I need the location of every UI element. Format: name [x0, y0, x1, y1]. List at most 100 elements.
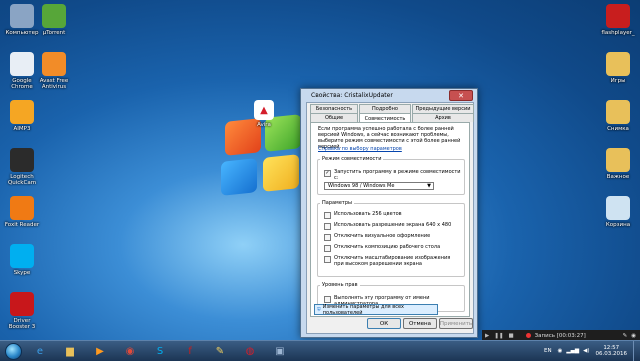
- tab-previous-versions[interactable]: Предыдущие версии: [412, 104, 474, 113]
- desktop-icon-label: Driver Booster 3: [8, 318, 36, 330]
- desktop: ▲ Avira Компьютер Google Chrome AIMP3 Logit…: [0, 0, 640, 340]
- taskbar-chrome-button[interactable]: ◉: [120, 343, 140, 359]
- explorer-folder-icon: ▆: [66, 345, 74, 357]
- internet-explorer-icon: e: [36, 345, 44, 357]
- desktop-icon-logitech[interactable]: Logitech QuickCam: [0, 148, 44, 186]
- desktop-icon-avira[interactable]: ▲ Avira: [242, 100, 286, 128]
- ok-button[interactable]: ОК: [367, 318, 401, 329]
- compat-os-select[interactable]: Windows 98 / Windows Me ▼: [324, 182, 434, 190]
- desktop-icon-skype[interactable]: Skype: [0, 244, 44, 276]
- chevron-down-icon: ▼: [427, 183, 431, 189]
- flash-icon: f: [188, 345, 192, 357]
- taskbar-paint-button[interactable]: ✎: [210, 343, 230, 359]
- desktop-icon-label: Foxit Reader: [4, 222, 40, 228]
- skype-icon: S: [156, 345, 164, 357]
- tray-app-icon[interactable]: ◉: [558, 348, 563, 354]
- taskbar-explorer-button[interactable]: ▆: [60, 343, 80, 359]
- desktop-icon-label: Игры: [610, 78, 626, 84]
- param-disable-visual-themes[interactable]: Отключить визуальное оформление: [324, 233, 430, 241]
- desktop-icon-flashplayer[interactable]: flashplayer_: [596, 4, 640, 36]
- compat-mode-checkbox[interactable]: ✓ Запустить программу в режиме совместим…: [324, 169, 464, 181]
- desktop-icon-foxit[interactable]: Foxit Reader: [0, 196, 44, 228]
- clock[interactable]: 12:57 06.03.2016: [596, 345, 628, 357]
- recording-status: Запись [00:03:27]: [534, 332, 586, 339]
- booster-icon: [10, 292, 34, 316]
- param-640x480[interactable]: Использовать разрешение экрана 640 x 480: [324, 222, 451, 230]
- privilege-caption: Уровень прав: [320, 282, 360, 288]
- skype-icon: [10, 244, 34, 268]
- tab-general[interactable]: Общие: [310, 113, 358, 122]
- cancel-button[interactable]: Отмена: [403, 318, 437, 329]
- camera-icon[interactable]: ◉: [631, 333, 636, 339]
- apply-button[interactable]: Применить: [439, 318, 473, 329]
- compatibility-panel: Если программа успешно работала с более …: [310, 122, 470, 317]
- app-window-icon: ▣: [275, 345, 285, 357]
- desktop-icon-label: µTorrent: [42, 30, 66, 36]
- pause-icon[interactable]: ❚❚: [494, 333, 503, 339]
- utorrent-icon: [42, 4, 66, 28]
- desktop-icon-avast[interactable]: Avast Free Antivirus: [32, 52, 76, 90]
- param-256-colors[interactable]: Использовать 256 цветов: [324, 211, 402, 219]
- desktop-icon-vazhnoe[interactable]: Важное: [596, 148, 640, 180]
- tab-security[interactable]: Безопасность: [310, 104, 358, 113]
- desktop-icon-aimp3[interactable]: AIMP3: [0, 100, 44, 132]
- tab-archive[interactable]: Архив: [412, 113, 474, 122]
- taskbar: e ▆ ▶ ◉ Sf ✎ ◍ ▣ EN ◉ ▂▄▆ ◀) 12:57 06.03.2016: [0, 340, 640, 361]
- start-button[interactable]: [2, 341, 24, 361]
- folder-icon: [606, 148, 630, 172]
- taskbar-ie-button[interactable]: e: [30, 343, 50, 359]
- chrome-icon: [10, 52, 34, 76]
- dialog-title: Свойства: CristalixUpdater: [311, 91, 393, 99]
- volume-icon[interactable]: ◀): [583, 348, 589, 354]
- avast-icon: [42, 52, 66, 76]
- params-caption: Параметры: [320, 200, 354, 206]
- desktop-icon-label: Корзина: [605, 222, 631, 228]
- webcam-icon: [10, 148, 34, 172]
- computer-icon: [10, 4, 34, 28]
- desktop-icon-utorrent[interactable]: µTorrent: [32, 4, 76, 36]
- param-disable-dpi-scaling[interactable]: Отключить масштабирование изображения пр…: [324, 255, 454, 267]
- pen-icon[interactable]: ✎: [623, 333, 628, 339]
- checkmark-icon: ✓: [324, 170, 331, 177]
- recording-bar[interactable]: ▶ ❚❚ ■ Запись [00:03:27] ✎ ◉: [482, 330, 640, 340]
- desktop-icon-games[interactable]: Игры: [596, 52, 640, 84]
- taskbar-wmp-button[interactable]: ▶: [90, 343, 110, 359]
- foxit-icon: [10, 196, 34, 220]
- show-desktop-button[interactable]: [633, 341, 640, 361]
- param-disable-composition[interactable]: Отключить композицию рабочего стола: [324, 244, 440, 252]
- taskbar-avira-button[interactable]: ◍: [240, 343, 260, 359]
- chrome-icon: ◉: [125, 345, 135, 357]
- taskbar-flash-button[interactable]: f: [180, 343, 200, 359]
- avira-icon: ◍: [245, 345, 255, 357]
- close-icon: ✕: [458, 91, 464, 100]
- recording-dot-icon: ▶: [485, 332, 490, 339]
- dialog-titlebar[interactable]: Свойства: CristalixUpdater ✕: [301, 89, 477, 101]
- stop-icon[interactable]: ■: [508, 333, 513, 339]
- desktop-icon-label: Avast Free Antivirus: [39, 78, 69, 90]
- desktop-icon-driver-booster[interactable]: Driver Booster 3: [0, 292, 44, 330]
- shield-icon: ⛨: [317, 306, 321, 313]
- compat-mode-label: Запустить программу в режиме совместимос…: [334, 169, 461, 181]
- desktop-icon-label: Logitech QuickCam: [7, 174, 37, 186]
- language-indicator[interactable]: EN: [544, 348, 552, 354]
- desktop-icon-label: Снимка: [607, 126, 629, 132]
- close-button[interactable]: ✕: [449, 90, 473, 101]
- paint-icon: ✎: [215, 345, 225, 357]
- taskbar-skype-button[interactable]: S: [150, 343, 170, 359]
- change-all-label: Изменить параметры для всех пользователе…: [322, 303, 405, 316]
- media-player-icon: ▶: [96, 345, 104, 357]
- help-link[interactable]: Справка по выбору параметров: [318, 146, 402, 152]
- desktop-icon-recycle[interactable]: Корзина: [596, 196, 640, 228]
- desktop-icon-snimka[interactable]: Снимка: [596, 100, 640, 132]
- network-icon[interactable]: ▂▄▆: [566, 348, 579, 354]
- params-group: Параметры Использовать 256 цветов Исполь…: [317, 200, 465, 277]
- compat-mode-caption: Режим совместимости: [320, 156, 384, 162]
- tab-details[interactable]: Подробно: [359, 104, 411, 113]
- aimp-icon: [10, 100, 34, 124]
- compat-os-value: Windows 98 / Windows Me: [328, 183, 395, 189]
- desktop-icon-label: flashplayer_: [601, 30, 635, 36]
- taskbar-app-button[interactable]: ▣: [270, 343, 290, 359]
- avira-icon: ▲: [254, 100, 274, 120]
- record-icon: [525, 333, 531, 338]
- change-all-users-button[interactable]: ⛨ Изменить параметры для всех пользовате…: [314, 303, 438, 316]
